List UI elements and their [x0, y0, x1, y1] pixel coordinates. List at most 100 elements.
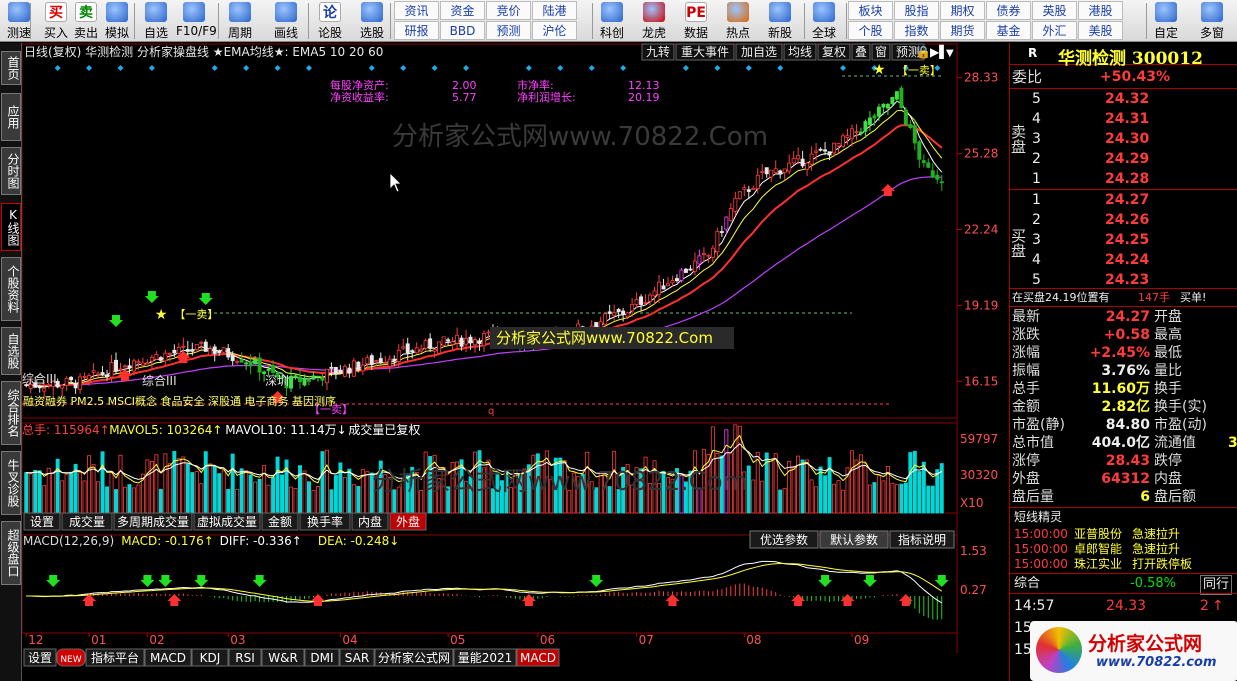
toolbar-grid-item[interactable]: 板块 [848, 1, 893, 20]
month-label: 09 [854, 633, 869, 647]
toolbar-grid-item[interactable]: 陆港 [532, 1, 577, 20]
volume-bar [158, 488, 163, 514]
kline-tool-button[interactable]: 均线 [783, 43, 817, 61]
kline-tool-button[interactable]: 叠 [851, 43, 871, 61]
volume-tab[interactable]: 虚拟成交量 [193, 512, 261, 531]
left-tab-2[interactable]: 分时图 [1, 147, 21, 195]
volume-tab[interactable]: 成交量 [61, 512, 113, 531]
star-icon [145, 2, 167, 22]
dragon-button[interactable]: 龙虎 [636, 1, 672, 41]
toolbar-label: 画线 [273, 26, 298, 40]
volume-bar [832, 483, 837, 514]
toolbar-grid-item[interactable]: 研报 [394, 21, 439, 40]
volume-bar [127, 484, 132, 514]
indicator-tab[interactable]: 量能2021 [453, 648, 517, 667]
new-badge[interactable]: NEW [56, 648, 86, 667]
toolbar-grid-item[interactable]: BBD [440, 21, 485, 40]
svg-text:重大事件: 重大事件 [681, 45, 729, 59]
volume-tab[interactable]: 金额 [261, 512, 299, 531]
macd-param-button[interactable]: 指标说明 [889, 530, 955, 549]
indicator-tab[interactable]: 分析家公式网 [374, 648, 454, 667]
up-arrow-icon: ↑ [1212, 598, 1224, 614]
data-button[interactable]: PE 数据 [678, 1, 714, 41]
volume-bar [46, 467, 51, 514]
f10-button[interactable]: F10/F9 [176, 1, 217, 41]
price-tick-label: 16.15 [964, 374, 998, 388]
indicator-tab[interactable]: MACD [144, 648, 192, 667]
left-tab-6[interactable]: 综合排名 [1, 381, 21, 445]
macd-param-button[interactable]: 默认参数 [819, 530, 889, 549]
toolbar-grid-item[interactable]: 期货 [940, 21, 985, 40]
left-tab-5[interactable]: 自选股 [1, 327, 21, 375]
toolbar-grid-item[interactable]: 股指 [894, 1, 939, 20]
toolbar-grid-item[interactable]: 指数 [894, 21, 939, 40]
custom-icon [1155, 2, 1177, 22]
volume-tab[interactable]: 换手率 [299, 512, 351, 531]
svg-text:MACD: MACD [520, 651, 556, 665]
kline-button[interactable]: 科创 [594, 1, 630, 41]
chart-canvas[interactable]: 日线(复权) 华测检测 分析家操盘线 ★EMA均线★: EMA5 10 20 6… [21, 43, 1008, 681]
left-tab-1[interactable]: 应用 [1, 93, 21, 141]
indicator-tab[interactable]: 设置 [23, 648, 57, 667]
volume-tab[interactable]: 内盘 [351, 512, 389, 531]
indicator-tab[interactable]: RSI [228, 648, 262, 667]
toolbar-grid-item[interactable]: 基金 [986, 21, 1031, 40]
volume-bar [91, 464, 96, 514]
toolbar-grid-item[interactable]: 英股 [1032, 1, 1077, 20]
sim-button[interactable]: 模拟 [99, 1, 135, 41]
toolbar-grid-item[interactable]: 竞价 [486, 1, 531, 20]
hot-button[interactable]: 热点 [720, 1, 756, 41]
test-button[interactable]: 测速 [1, 1, 37, 41]
toolbar-grid-item[interactable]: 美股 [1078, 21, 1123, 40]
indicator-tab[interactable]: W&R [261, 648, 305, 667]
concept-tags[interactable]: 融资融券 PM2.5 MSCI概念 食品安全 深股通 电子商务 基因测序 [23, 394, 336, 408]
volume-tab[interactable]: 多周期成交量 [113, 512, 193, 531]
toolbar-grid-item[interactable]: 债券 [986, 1, 1031, 20]
custom-button[interactable]: 自定 [1148, 1, 1184, 41]
toolbar-grid-item[interactable]: 期权 [940, 1, 985, 20]
pick-button[interactable]: 选股 [354, 1, 390, 41]
global-button[interactable]: 全球 [806, 1, 842, 41]
toolbar-grid-item[interactable]: 资金 [440, 1, 485, 20]
kline-tool-button[interactable]: 加自选 [735, 43, 783, 61]
kline-tool-button[interactable]: 九转 [641, 43, 675, 61]
left-tab-3[interactable]: K线图 [1, 203, 21, 251]
kline-tool-button[interactable]: 窗 [871, 43, 891, 61]
theory-button[interactable]: 论论股 [312, 1, 348, 41]
bid-level-row: 4 24.24 [1032, 252, 1150, 268]
volume-tab[interactable]: 设置 [23, 512, 61, 531]
left-tab-8[interactable]: 超级盘口 [1, 521, 21, 585]
volume-bar [194, 471, 199, 514]
multi-button[interactable]: 多窗 [1194, 1, 1230, 41]
draw-button[interactable]: 画线 [268, 1, 304, 41]
indicator-tab[interactable]: SAR [339, 648, 375, 667]
indicator-tab[interactable]: MACD [516, 648, 560, 667]
toolbar-grid-item[interactable]: 沪伦 [532, 21, 577, 40]
volume-tab[interactable]: 外盘 [389, 512, 427, 531]
volume-bar [899, 483, 904, 514]
toolbar-grid-item[interactable]: 预测 [486, 21, 531, 40]
period-button[interactable]: 周期 [222, 1, 258, 41]
lock-icon[interactable]: 🔒 [916, 45, 931, 59]
left-tab-0[interactable]: 首页 [1, 51, 21, 85]
left-tab-4[interactable]: 个股资料 [1, 257, 21, 321]
toolbar-grid-item[interactable]: 外汇 [1032, 21, 1077, 40]
indicator-tab[interactable]: KDJ [191, 648, 229, 667]
toolbar-grid-item[interactable]: 港股 [1078, 1, 1123, 20]
toolbar-separator [1146, 3, 1147, 39]
macd-param-button[interactable]: 优选参数 [749, 530, 819, 549]
month-label: 01 [91, 633, 106, 647]
left-tab-7[interactable]: 牛叉诊股 [1, 451, 21, 515]
buy-icon: 买 [45, 2, 67, 22]
indicator-tab[interactable]: DMI [304, 648, 340, 667]
dropdown-icon[interactable]: ▼ [946, 48, 954, 59]
toolbar-grid-item[interactable]: 个股 [848, 21, 893, 40]
kline-tool-button[interactable]: 复权 [817, 43, 851, 61]
volume-bar [271, 476, 276, 514]
kline-tool-button[interactable]: 重大事件 [675, 43, 735, 61]
volume-bar [311, 490, 316, 514]
fav-button[interactable]: 自选 [138, 1, 174, 41]
toolbar-grid-item[interactable]: 资讯 [394, 1, 439, 20]
newbd-button[interactable]: 新股 [762, 1, 798, 41]
indicator-tab[interactable]: 指标平台 [85, 648, 145, 667]
